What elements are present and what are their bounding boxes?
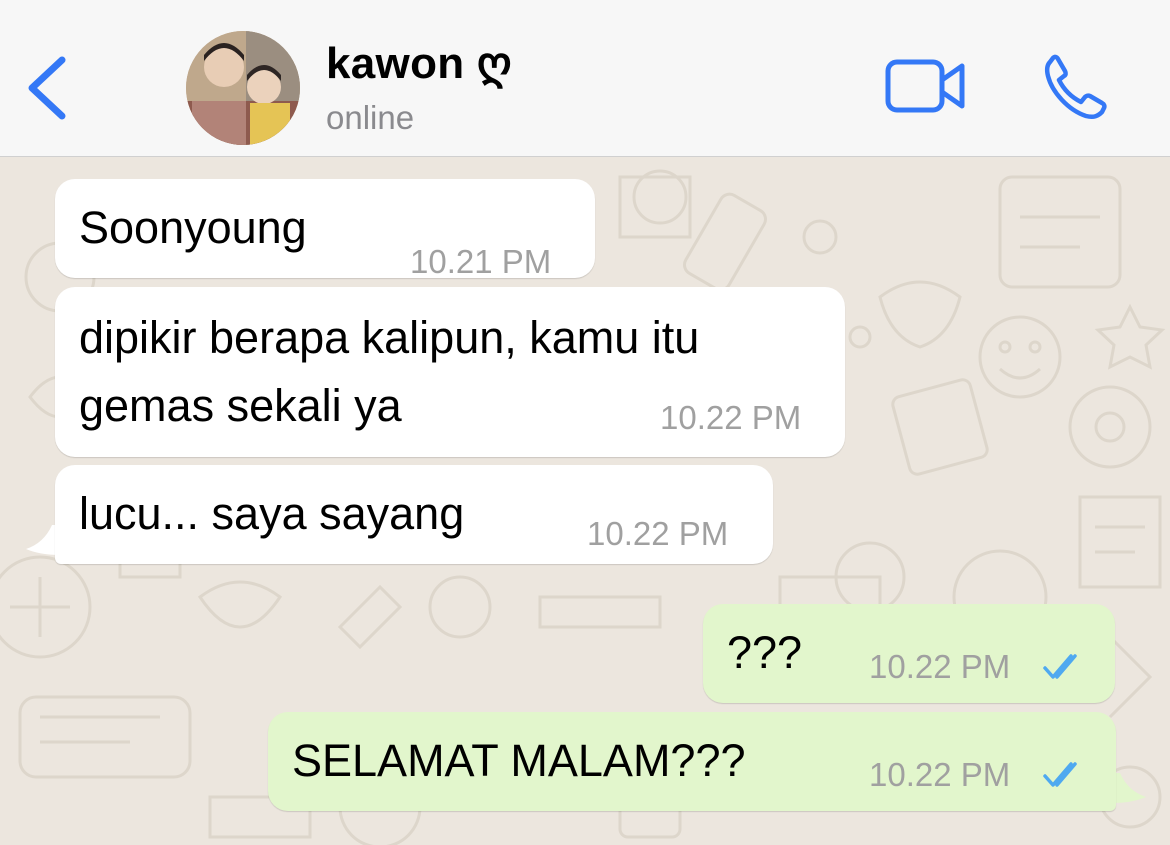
message-text: Soonyoung (79, 202, 307, 253)
contact-status: online (326, 99, 415, 136)
message-timestamp: 10.22 PM (587, 515, 729, 552)
read-receipt-icon (1043, 654, 1077, 679)
bubble-tail-outgoing (1112, 773, 1146, 803)
message-bubble-incoming[interactable]: lucu... saya sayang 10.22 PM (55, 465, 773, 564)
read-receipt-icon (1043, 762, 1077, 787)
phone-icon (1044, 54, 1107, 120)
message-timestamp: 10.22 PM (869, 648, 1011, 685)
message-bubble-outgoing[interactable]: SELAMAT MALAM??? 10.22 PM (268, 712, 1116, 811)
contact-name[interactable]: kawon ღ (326, 38, 512, 89)
message-text-line-1: dipikir berapa kalipun, kamu itu (79, 312, 700, 363)
video-call-button[interactable] (884, 56, 968, 116)
message-bubble-incoming[interactable]: Soonyoung 10.21 PM (55, 179, 595, 280)
chevron-left-icon (28, 56, 66, 120)
chat-area[interactable]: Soonyoung 10.21 PM dipikir berapa kalipu… (0, 157, 1170, 845)
message-timestamp: 10.22 PM (660, 399, 802, 436)
video-camera-icon (885, 59, 965, 113)
message-bubble-outgoing[interactable]: ??? 10.22 PM (703, 604, 1115, 703)
message-bubble-incoming[interactable]: dipikir berapa kalipun, kamu itu gemas s… (55, 287, 845, 457)
message-text: lucu... saya sayang (79, 488, 465, 539)
message-timestamp: 10.21 PM (410, 243, 552, 280)
message-timestamp: 10.22 PM (869, 756, 1011, 793)
message-text: ??? (727, 627, 803, 678)
chat-header: kawon ღ online (0, 0, 1170, 157)
voice-call-button[interactable] (1040, 52, 1112, 122)
message-text: SELAMAT MALAM??? (292, 735, 746, 786)
message-text-line-2: gemas sekali ya (79, 380, 402, 431)
contact-avatar[interactable] (186, 31, 300, 145)
back-button[interactable] (18, 50, 78, 126)
avatar-photo (186, 31, 300, 145)
